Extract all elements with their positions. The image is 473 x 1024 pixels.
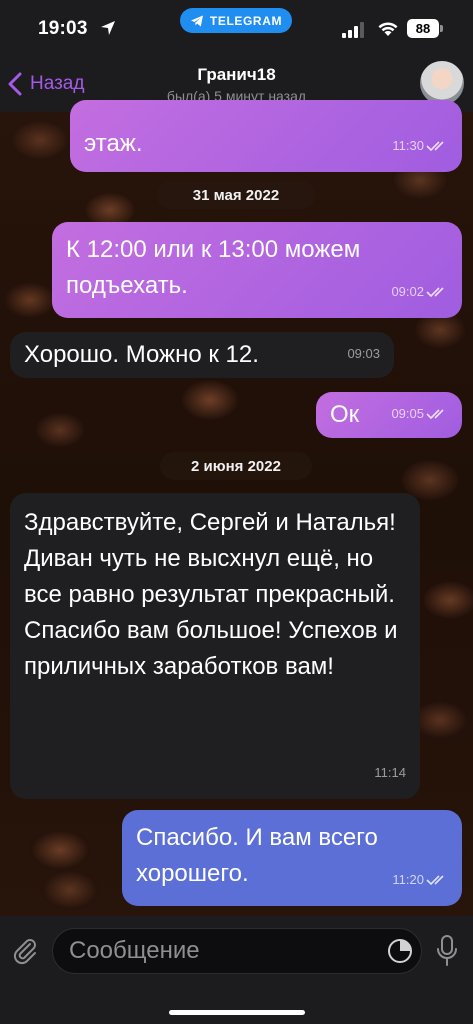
status-time: 19:03: [38, 18, 88, 39]
contact-avatar[interactable]: [420, 61, 464, 105]
home-indicator: [169, 1010, 305, 1015]
double-check-icon: [426, 287, 444, 298]
message-time: 09:02: [391, 284, 424, 299]
message-composer: [0, 916, 473, 1024]
double-check-icon: [426, 409, 444, 420]
date-separator: 2 июня 2022: [160, 452, 312, 480]
status-bar: 19:03 TELEGRAM 88: [0, 0, 473, 56]
telegram-pill-label: TELEGRAM: [209, 13, 283, 28]
message-outgoing[interactable]: К 12:00 или к 13:00 можем подъехать. 09:…: [52, 222, 462, 318]
location-arrow-icon: [101, 21, 115, 35]
message-meta: 11:30: [392, 128, 448, 164]
double-check-icon: [426, 875, 444, 886]
message-incoming[interactable]: Здравствуйте, Сергей и Наталья! Диван чу…: [10, 493, 420, 799]
wifi-icon: [378, 22, 398, 36]
microphone-icon[interactable]: [436, 934, 458, 968]
message-text: этаж.: [84, 130, 143, 157]
cellular-signal-icon: [342, 22, 364, 38]
paperclip-icon[interactable]: [10, 936, 40, 966]
message-outgoing[interactable]: Ок 09:05: [316, 392, 462, 438]
battery-level: 88: [415, 21, 431, 36]
message-time: 11:14: [374, 765, 406, 780]
message-time: 11:20: [392, 872, 424, 887]
sticker-icon[interactable]: [387, 938, 413, 964]
message-meta: 09:03: [347, 336, 380, 372]
message-meta: 11:14: [374, 755, 406, 791]
message-time: 09:05: [391, 406, 424, 421]
message-time: 09:03: [347, 346, 380, 361]
message-meta: 11:20: [392, 862, 448, 898]
message-incoming[interactable]: Хорошо. Можно к 12. 09:03: [10, 332, 394, 378]
double-check-icon: [426, 141, 444, 152]
contact-name[interactable]: Гранич18: [0, 65, 473, 85]
message-outgoing[interactable]: этаж. 11:30: [70, 100, 462, 172]
message-text: Хорошо. Можно к 12.: [24, 341, 259, 368]
message-text: Здравствуйте, Сергей и Наталья! Диван чу…: [24, 509, 398, 680]
date-separator: 31 мая 2022: [157, 181, 315, 209]
telegram-app-pill[interactable]: TELEGRAM: [180, 8, 292, 33]
message-meta: 09:02: [391, 274, 448, 310]
message-outgoing[interactable]: Спасибо. И вам всего хорошего. 11:20: [122, 810, 462, 906]
telegram-icon: [190, 15, 203, 26]
battery-indicator: 88: [407, 19, 439, 38]
message-meta: 09:05: [391, 396, 448, 432]
message-time: 11:30: [392, 138, 424, 153]
message-input[interactable]: [52, 928, 422, 974]
battery-tip: [440, 25, 443, 32]
